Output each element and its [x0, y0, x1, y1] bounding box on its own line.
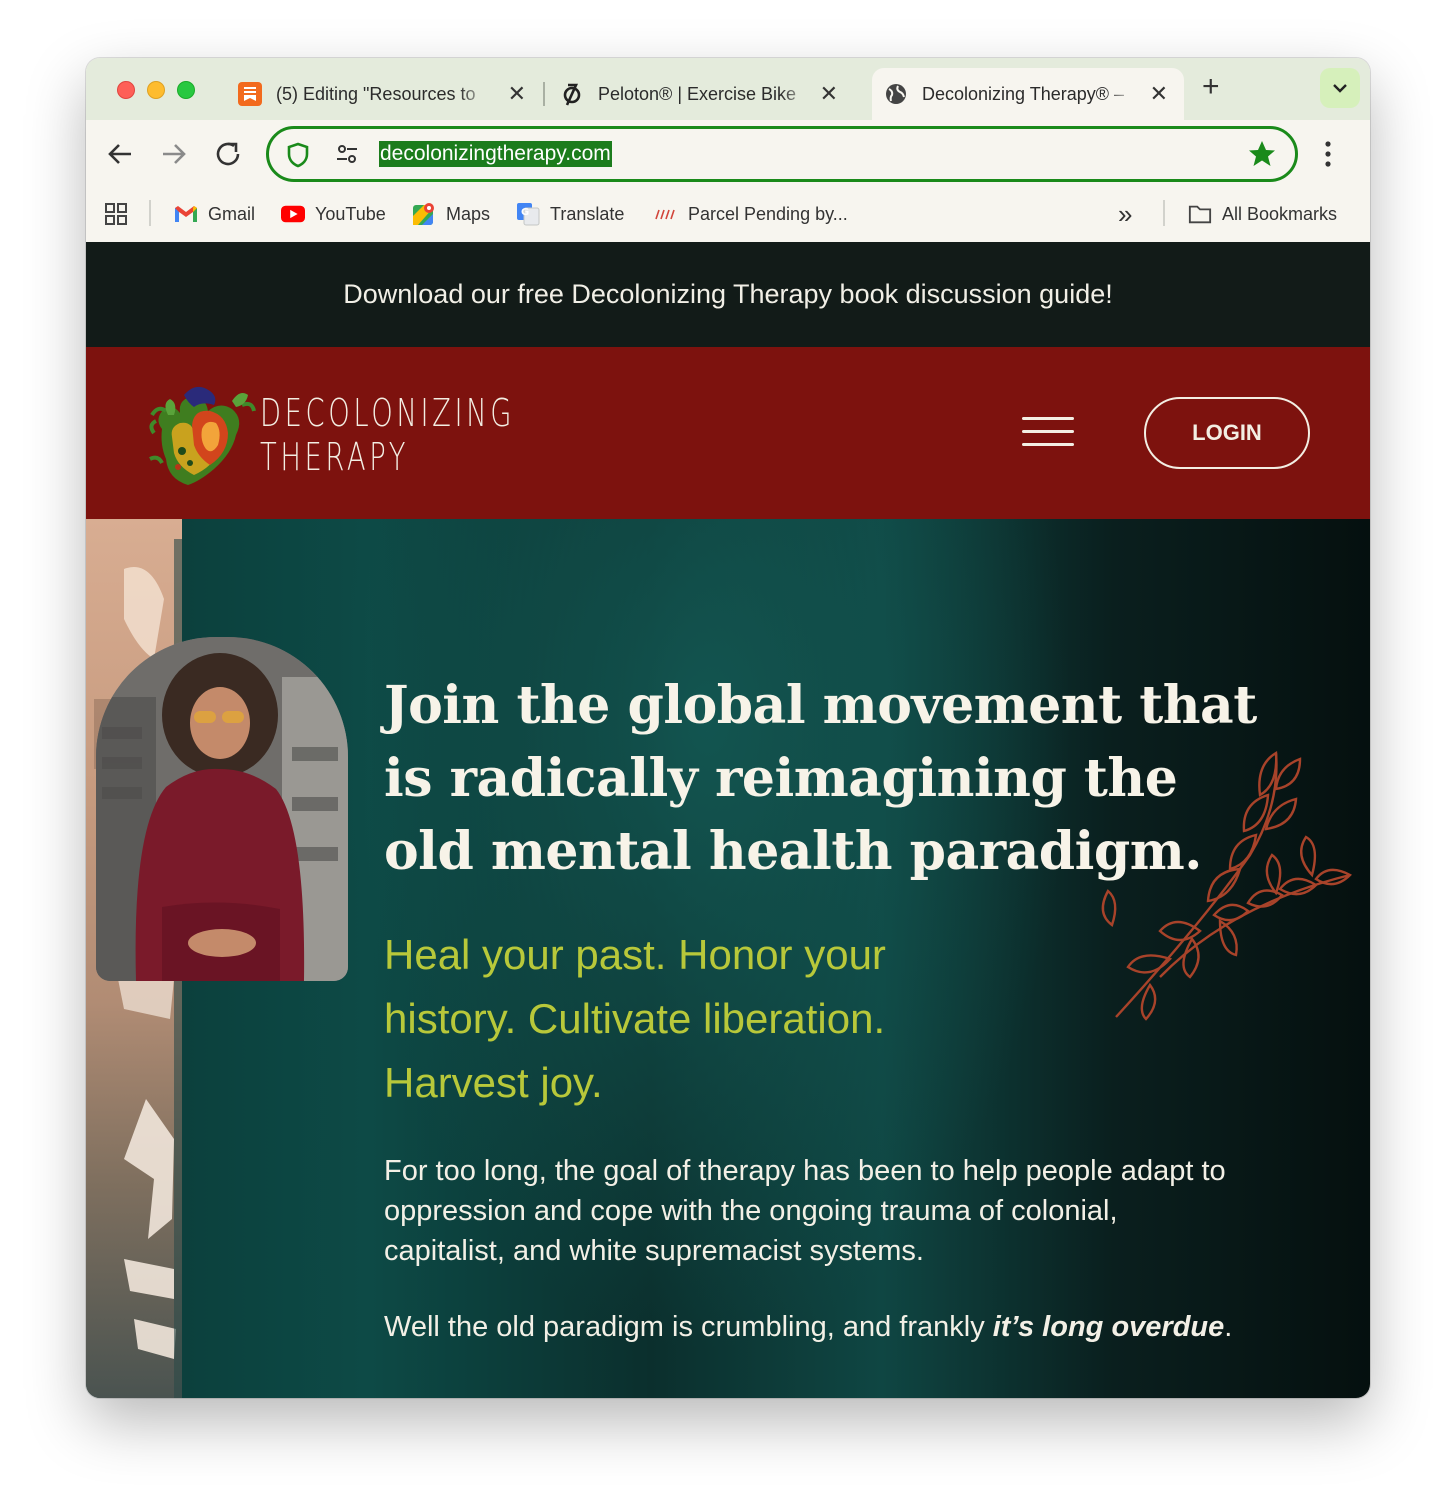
substack-icon — [238, 82, 262, 106]
forward-arrow-icon — [163, 144, 186, 164]
logo-heart-icon[interactable] — [148, 375, 260, 500]
svg-text:G: G — [521, 207, 529, 218]
globe-icon — [884, 82, 908, 106]
web-page: Download our free Decolonizing Therapy b… — [86, 242, 1370, 1398]
maximize-window-button[interactable] — [177, 81, 195, 99]
paragraph-2-text: Well the old paradigm is crumbling, and … — [384, 1311, 993, 1343]
bookmark-label: Gmail — [208, 203, 256, 224]
tab-strip: (5) Editing "Resources to ✕ Peloton® | E… — [86, 58, 1370, 120]
bookmark-youtube[interactable]: YouTube — [281, 199, 386, 229]
parcel-icon — [654, 202, 678, 226]
hamburger-line — [1022, 443, 1074, 446]
peloton-icon — [560, 82, 584, 106]
tab-divider — [543, 82, 545, 106]
apps-grid-icon — [105, 203, 127, 225]
announcement-text[interactable]: Download our free Decolonizing Therapy b… — [343, 279, 1112, 310]
hero-headline: Join the global movement that is radical… — [384, 675, 1257, 882]
menu-button[interactable] — [1022, 417, 1074, 449]
hero-paragraph-1: For too long, the goal of therapy has be… — [384, 1155, 1226, 1267]
bookmark-gmail[interactable]: Gmail — [174, 199, 255, 229]
bookmarks-divider — [149, 200, 151, 226]
site-settings-icon[interactable] — [335, 142, 359, 171]
tab-title: Peloton® | Exercise Bike — [598, 83, 797, 104]
hamburger-line — [1022, 430, 1074, 433]
hero-section: Join the global movement that is radical… — [86, 519, 1370, 1398]
browser-window: (5) Editing "Resources to ✕ Peloton® | E… — [86, 58, 1370, 1398]
tab-title: Decolonizing Therapy® – — [922, 83, 1125, 104]
tab-peloton[interactable]: Peloton® | Exercise Bike ✕ — [558, 68, 854, 120]
tab-substack[interactable]: (5) Editing "Resources to ✕ — [232, 68, 542, 120]
logo-line-1: DECOLONIZING — [260, 391, 516, 435]
bookmarks-divider — [1163, 200, 1165, 226]
tab-decolonizing-therapy[interactable]: Decolonizing Therapy® – ✕ — [872, 68, 1184, 120]
chevrons-right-icon: » — [1118, 198, 1133, 229]
shield-icon[interactable] — [287, 142, 309, 173]
hamburger-line — [1022, 417, 1074, 420]
site-header: DECOLONIZING THERAPY LOGIN — [86, 347, 1370, 519]
all-bookmarks-label: All Bookmarks — [1222, 203, 1338, 224]
bookmarks-bar: Gmail YouTube Maps G Translate Parcel Pe… — [86, 186, 1370, 242]
logo-text[interactable]: DECOLONIZING THERAPY — [260, 391, 515, 479]
close-tab-icon[interactable]: ✕ — [508, 81, 526, 107]
hero-tagline: Heal your past. Honor your history. Cult… — [384, 931, 886, 1106]
bookmark-star-icon[interactable] — [1247, 139, 1277, 174]
browser-toolbar: decolonizingtherapy.com — [86, 120, 1370, 186]
bookmark-parcel-pending[interactable]: Parcel Pending by... — [654, 199, 848, 229]
close-tab-icon[interactable]: ✕ — [820, 81, 838, 107]
bookmark-label: Parcel Pending by... — [688, 203, 848, 224]
bookmark-label: YouTube — [315, 203, 386, 224]
bookmarks-overflow-button[interactable]: » — [1118, 199, 1132, 229]
maps-icon — [412, 202, 436, 226]
close-tab-icon[interactable]: ✕ — [1150, 81, 1168, 107]
founder-portrait-image — [96, 637, 348, 981]
reload-button[interactable] — [212, 138, 244, 170]
announcement-banner[interactable]: Download our free Decolonizing Therapy b… — [86, 242, 1370, 347]
bookmark-label: Translate — [550, 203, 625, 224]
url-text[interactable]: decolonizingtherapy.com — [379, 141, 612, 167]
translate-icon: G — [516, 202, 540, 226]
folder-icon — [1188, 202, 1212, 226]
address-bar[interactable]: decolonizingtherapy.com — [266, 126, 1298, 182]
chevron-down-icon — [1333, 84, 1347, 93]
bookmark-label: Maps — [446, 203, 491, 224]
login-button[interactable]: LOGIN — [1144, 397, 1310, 469]
close-window-button[interactable] — [117, 81, 135, 99]
paragraph-2-end: . — [1224, 1311, 1233, 1343]
back-button[interactable] — [104, 138, 136, 170]
gmail-icon — [174, 202, 198, 226]
hero-paragraph-2: Well the old paradigm is crumbling, and … — [384, 1307, 1244, 1347]
minimize-window-button[interactable] — [147, 81, 165, 99]
youtube-icon — [281, 202, 305, 226]
all-bookmarks-button[interactable]: All Bookmarks — [1188, 199, 1337, 229]
back-arrow-icon — [108, 144, 131, 164]
forward-button[interactable] — [158, 138, 190, 170]
browser-menu-button[interactable] — [1324, 140, 1332, 173]
logo-line-2: THERAPY — [260, 435, 410, 479]
bookmark-maps[interactable]: Maps — [412, 199, 490, 229]
paragraph-2-emphasis: it’s long overdue — [992, 1311, 1225, 1343]
more-vert-icon — [1325, 141, 1331, 167]
tab-search-button[interactable] — [1320, 68, 1360, 108]
bookmark-translate[interactable]: G Translate — [516, 199, 624, 229]
apps-button[interactable] — [104, 199, 128, 229]
new-tab-button[interactable]: + — [1202, 72, 1220, 102]
tab-title: (5) Editing "Resources to — [276, 83, 476, 104]
reload-icon — [216, 142, 240, 166]
